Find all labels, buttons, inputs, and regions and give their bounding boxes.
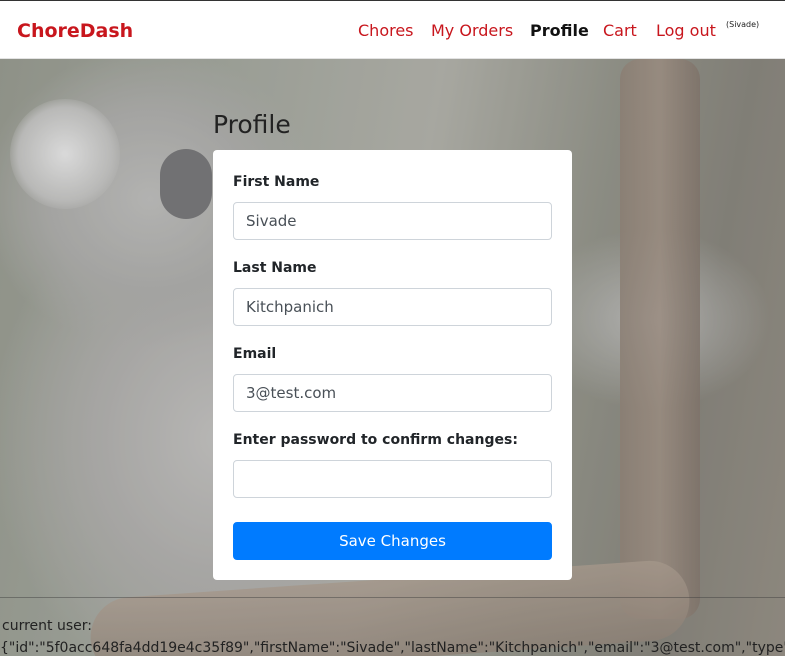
first-name-input[interactable] — [233, 202, 552, 240]
brand-logo-link[interactable]: ChoreDash — [17, 20, 133, 42]
last-name-label: Last Name — [233, 260, 317, 276]
nav-link-my-orders[interactable]: My Orders — [431, 21, 513, 40]
last-name-input[interactable] — [233, 288, 552, 326]
nav-link-cart[interactable]: Cart — [603, 21, 637, 40]
first-name-label: First Name — [233, 174, 320, 190]
save-changes-button[interactable]: Save Changes — [233, 522, 552, 560]
page-title: Profile — [213, 110, 291, 139]
current-user-debug-json: {"id":"5f0acc648fa4dd19e4c35f89","firstN… — [0, 640, 785, 656]
nav-link-log-out[interactable]: Log out — [656, 21, 716, 40]
footer-divider — [0, 597, 785, 598]
email-label: Email — [233, 346, 277, 362]
current-user-debug-label: current user: — [2, 618, 92, 634]
password-confirm-label: Enter password to confirm changes: — [233, 432, 518, 448]
current-user-tag: (Sivade) — [726, 20, 760, 29]
nav-link-chores[interactable]: Chores — [358, 21, 414, 40]
password-confirm-input[interactable] — [233, 460, 552, 498]
app-page: ChoreDash Chores My Orders Profile Cart … — [0, 0, 785, 656]
email-input[interactable] — [233, 374, 552, 412]
profile-form-card: First Name Last Name Email Enter passwor… — [213, 150, 572, 580]
top-navbar: ChoreDash Chores My Orders Profile Cart … — [0, 0, 785, 59]
nav-link-profile[interactable]: Profile — [530, 21, 589, 40]
